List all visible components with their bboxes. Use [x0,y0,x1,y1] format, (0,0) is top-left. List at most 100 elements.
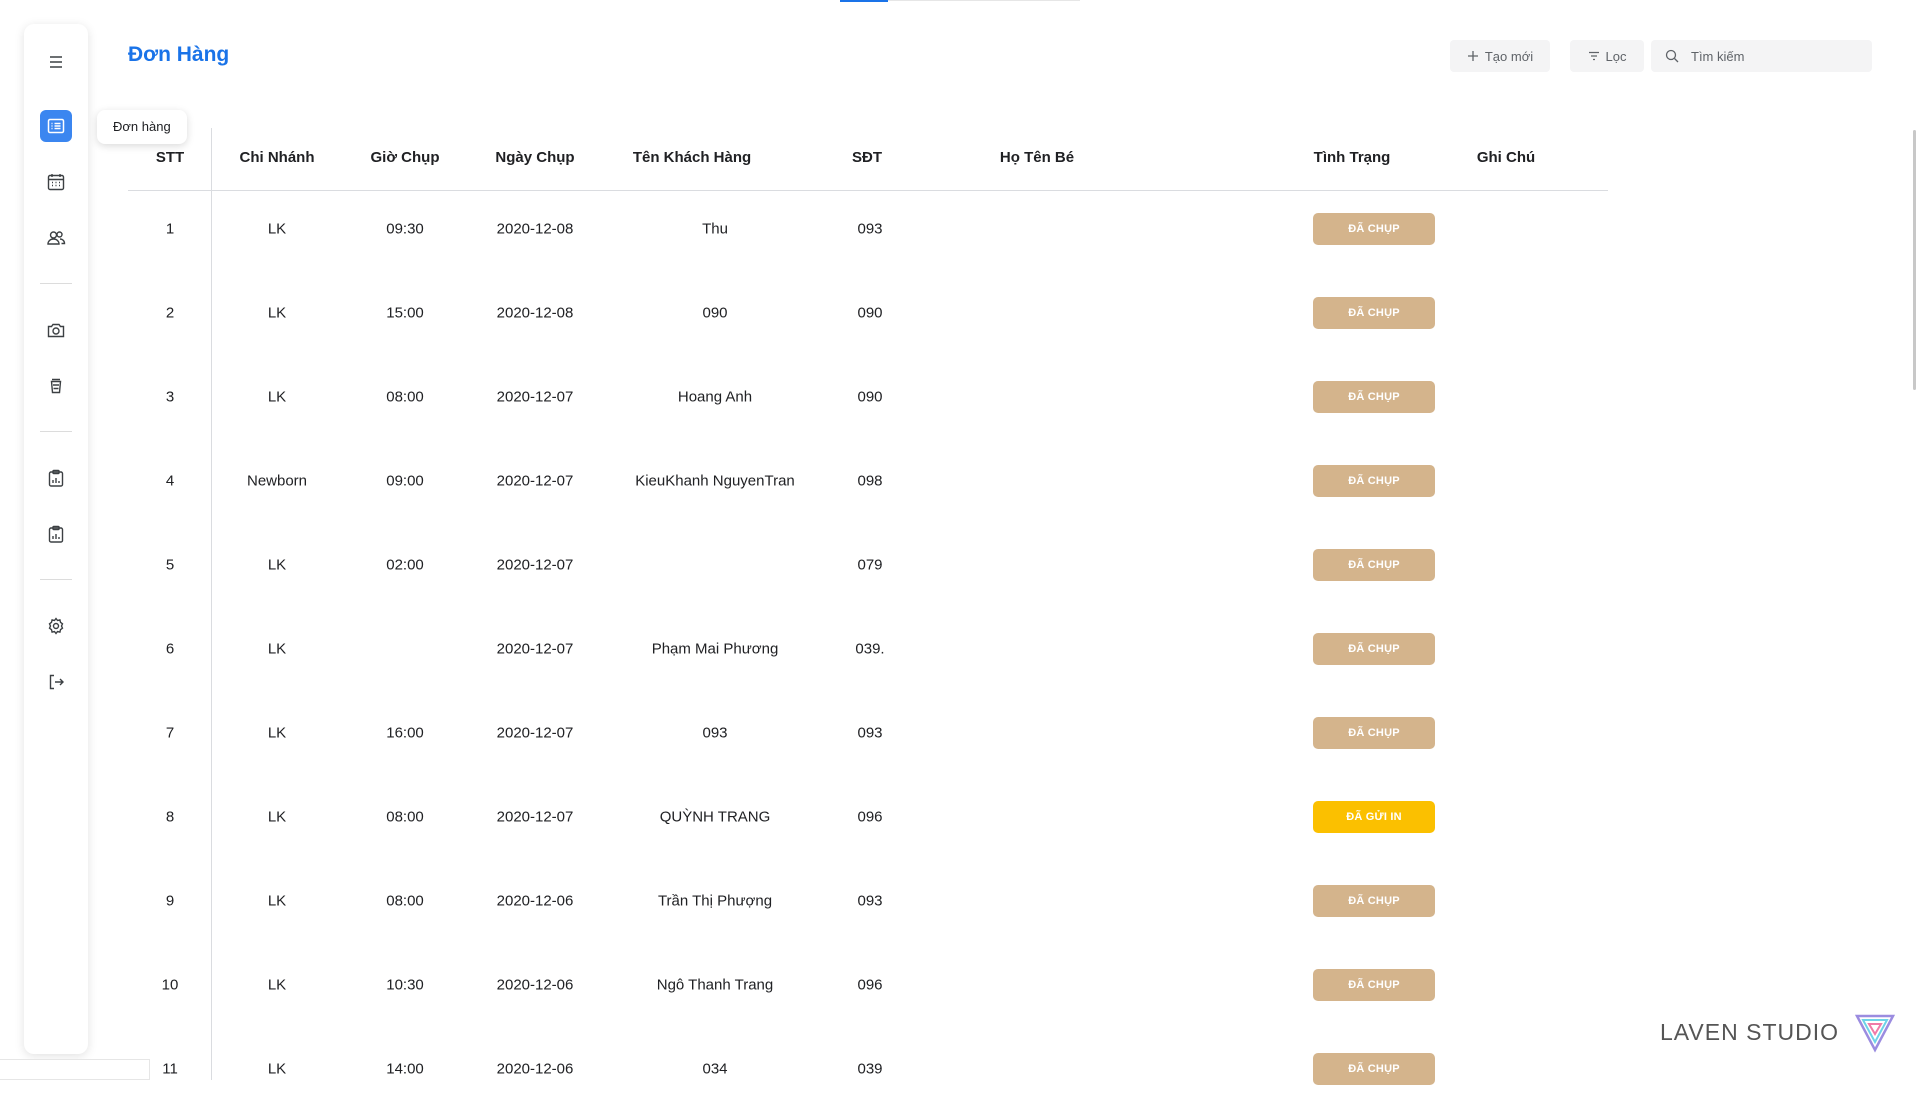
table-row[interactable]: 8 LK 08:00 2020-12-07 QUỲNH TRANG 096 ĐÃ GỬI I… [0,775,1920,859]
cell-stt: 6 [165,640,175,658]
page-title: Đơn Hàng [128,43,230,66]
cell-branch: LK [267,388,287,406]
header-stt[interactable]: STT [156,149,184,166]
cell-stt: 2 [165,304,175,322]
cell-phone: 079 [857,556,883,574]
cell-customer: 090 [702,304,728,322]
status-badge[interactable]: ĐÃ CHỤP [1313,297,1435,329]
cell-date: 2020-12-07 [496,724,574,742]
menu-icon [50,56,62,68]
cell-phone: 096 [857,976,883,994]
top-progress-indicator [840,0,1080,2]
cell-branch: LK [267,556,287,574]
cell-date: 2020-12-08 [496,304,574,322]
brand-name: LAVEN STUDIO [1660,1018,1839,1045]
cell-date: 2020-12-06 [496,1060,574,1078]
status-badge[interactable]: ĐÃ CHỤP [1313,381,1435,413]
cell-date: 2020-12-07 [496,808,574,826]
filter-icon [1588,51,1599,61]
search-box[interactable] [1651,40,1872,72]
table-row[interactable]: 4 Newborn 09:00 2020-12-07 KieuKhanh NguyenT… [0,439,1920,523]
status-badge[interactable]: ĐÃ CHỤP [1313,885,1435,917]
cell-customer: Ngô Thanh Trang [656,976,774,994]
filter-button-label: Lọc [1605,48,1627,64]
create-button[interactable]: Tạo mới [1450,40,1550,72]
table-row[interactable]: 6 LK 2020-12-07 Phạm Mai Phương 039. ĐÃ CHỤP [0,607,1920,691]
filter-button[interactable]: Lọc [1570,40,1644,72]
cell-customer: Thu [702,220,728,238]
status-badge[interactable]: ĐÃ CHỤP [1313,465,1435,497]
cell-time: 02:00 [386,556,424,574]
plus-icon [1467,51,1478,61]
cell-stt: 1 [165,220,175,238]
table-row[interactable]: 3 LK 08:00 2020-12-07 Hoang Anh 090 ĐÃ CHỤP [0,355,1920,439]
cell-date: 2020-12-07 [496,640,574,658]
cell-stt: 10 [161,976,179,994]
cell-customer: 093 [702,724,728,742]
scrollbar[interactable] [1913,130,1916,390]
cell-time: 08:00 [386,808,424,826]
status-badge[interactable]: ĐÃ CHỤP [1313,717,1435,749]
header-status[interactable]: Tình Trạng [1314,149,1391,166]
cell-phone: 093 [857,892,883,910]
status-badge[interactable]: ĐÃ CHỤP [1313,633,1435,665]
cell-time: 09:00 [386,472,424,490]
cell-branch: LK [267,808,287,826]
cell-phone: 098 [857,472,883,490]
status-badge[interactable]: ĐÃ GỬI IN [1313,801,1435,833]
sidebar-tooltip: Đơn hàng [97,110,187,144]
cell-stt: 5 [165,556,175,574]
table-row[interactable]: 1 LK 09:30 2020-12-08 Thu 093 ĐÃ CHỤP [0,187,1920,271]
status-badge[interactable]: ĐÃ CHỤP [1313,213,1435,245]
header-branch[interactable]: Chi Nhánh [240,149,315,166]
cell-customer: Phạm Mai Phương [651,640,779,658]
header-date[interactable]: Ngày Chụp [495,149,574,166]
cell-phone: 090 [857,304,883,322]
table-row[interactable]: 10 LK 10:30 2020-12-06 Ngô Thanh Trang 096 ĐÃ … [0,943,1920,1027]
header-customer[interactable]: Tên Khách Hàng [633,149,751,166]
cell-customer: 034 [702,1060,728,1078]
table-row[interactable]: 11 LK 14:00 2020-12-06 034 039 ĐÃ CHỤP [0,1027,1920,1111]
sidebar-item-orders[interactable] [40,110,72,142]
cell-stt: 3 [165,388,175,406]
cell-phone: 096 [857,808,883,826]
bottom-panel [0,1059,150,1080]
cell-time: 10:30 [386,976,424,994]
cell-date: 2020-12-07 [496,472,574,490]
status-badge[interactable]: ĐÃ CHỤP [1313,549,1435,581]
brand-triangle-icon [1854,1014,1896,1053]
cell-branch: LK [267,976,287,994]
cell-customer: Trần Thị Phượng [657,892,773,910]
table-row[interactable]: 5 LK 02:00 2020-12-07 079 ĐÃ CHỤP [0,523,1920,607]
cell-customer: QUỲNH TRANG [659,808,771,826]
cell-phone: 039 [857,1060,883,1078]
cell-phone: 093 [857,724,883,742]
cell-branch: LK [267,892,287,910]
cell-phone: 039. [855,640,885,658]
top-progress-active [840,0,888,2]
table-row[interactable]: 9 LK 08:00 2020-12-06 Trần Thị Phượng 093 ĐÃ C… [0,859,1920,943]
cell-phone: 090 [857,388,883,406]
cell-branch: LK [267,1060,287,1078]
cell-stt: 9 [165,892,175,910]
cell-date: 2020-12-06 [496,976,574,994]
table-row[interactable]: 2 LK 15:00 2020-12-08 090 090 ĐÃ CHỤP [0,271,1920,355]
header-baby-name[interactable]: Họ Tên Bé [1000,149,1074,166]
status-badge[interactable]: ĐÃ CHỤP [1313,1053,1435,1085]
list-icon [47,118,65,134]
cell-stt: 8 [165,808,175,826]
header-note[interactable]: Ghi Chú [1477,149,1535,166]
status-badge[interactable]: ĐÃ CHỤP [1313,969,1435,1001]
menu-button[interactable] [40,46,72,78]
header-time[interactable]: Giờ Chụp [371,149,440,166]
cell-stt: 7 [165,724,175,742]
header-phone[interactable]: SĐT [852,149,882,166]
cell-time: 16:00 [386,724,424,742]
cell-time: 09:30 [386,220,424,238]
cell-branch: LK [267,304,287,322]
brand-logo: LAVEN STUDIO [1660,1010,1897,1054]
search-input[interactable] [1691,48,1851,64]
table-row[interactable]: 7 LK 16:00 2020-12-07 093 093 ĐÃ CHỤP [0,691,1920,775]
create-button-label: Tạo mới [1484,48,1534,64]
cell-time: 15:00 [386,304,424,322]
